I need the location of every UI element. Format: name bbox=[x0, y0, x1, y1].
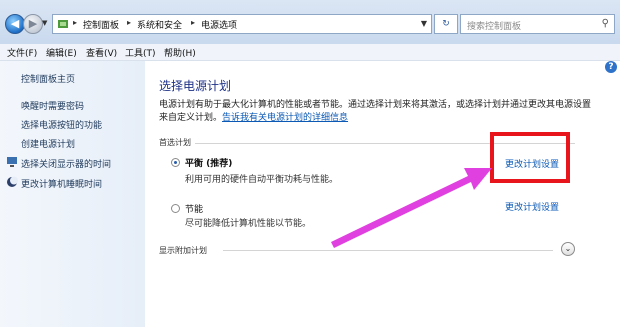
pointer-arrow-annotation bbox=[331, 168, 492, 248]
